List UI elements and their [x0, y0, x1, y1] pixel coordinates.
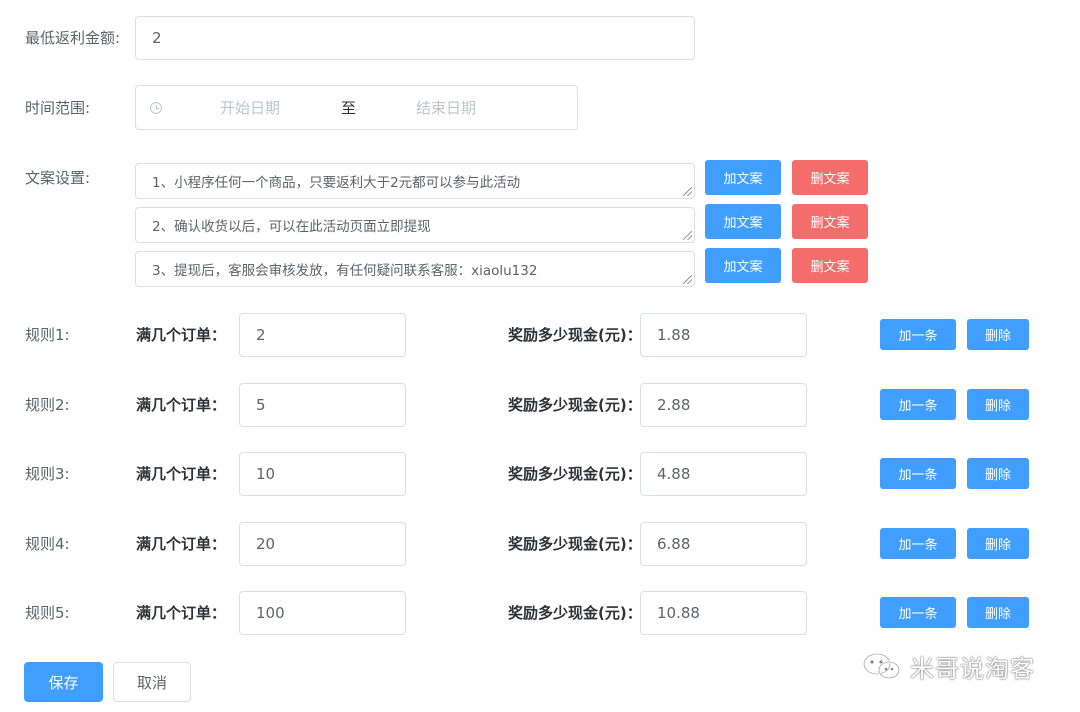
min-rebate-input[interactable]: 2: [135, 16, 695, 60]
reward-input[interactable]: 2.88: [640, 383, 807, 427]
save-button[interactable]: 保存: [24, 662, 103, 702]
rule-name: 规则1:: [25, 326, 70, 344]
delete-copy-button-2[interactable]: 删文案: [792, 204, 868, 239]
add-copy-button-3[interactable]: 加文案: [705, 248, 781, 283]
min-rebate-label: 最低返利金额:: [25, 29, 121, 47]
orders-label: 满几个订单：: [136, 396, 227, 414]
resize-grip-icon[interactable]: [683, 231, 692, 240]
add-copy-button-1[interactable]: 加文案: [705, 160, 781, 195]
start-date-input[interactable]: 开始日期: [220, 98, 280, 118]
wechat-icon: [862, 652, 901, 680]
resize-grip-icon[interactable]: [683, 275, 692, 284]
reward-label: 奖励多少现金(元)：: [508, 465, 642, 483]
delete-rule-button[interactable]: 删除: [967, 319, 1029, 350]
reward-label: 奖励多少现金(元)：: [508, 604, 642, 622]
delete-rule-button[interactable]: 删除: [967, 458, 1029, 489]
orders-label: 满几个订单：: [136, 326, 227, 344]
rule-name: 规则2:: [25, 396, 70, 414]
reward-input[interactable]: 10.88: [640, 591, 807, 635]
copy-text-1: 1、小程序任何一个商品，只要返利大于2元都可以参与此活动: [152, 175, 521, 191]
date-range-separator: 至: [341, 99, 357, 117]
delete-rule-button[interactable]: 删除: [967, 528, 1029, 559]
copy-text-2: 2、确认收货以后，可以在此活动页面立即提现: [152, 219, 431, 235]
add-rule-button[interactable]: 加一条: [880, 528, 956, 559]
delete-copy-button-1[interactable]: 删文案: [792, 160, 868, 195]
copy-text-3: 3、提现后，客服会审核发放，有任何疑问联系客服：xiaolu132: [152, 263, 538, 279]
copy-settings-label: 文案设置:: [25, 169, 91, 187]
copy-textarea-1[interactable]: 1、小程序任何一个商品，只要返利大于2元都可以参与此活动: [135, 163, 695, 199]
add-rule-button[interactable]: 加一条: [880, 389, 956, 420]
add-rule-button[interactable]: 加一条: [880, 458, 956, 489]
orders-label: 满几个订单：: [136, 604, 227, 622]
delete-copy-button-3[interactable]: 删文案: [792, 248, 868, 283]
orders-input[interactable]: 100: [239, 591, 406, 635]
date-range-picker[interactable]: 开始日期 至 结束日期: [135, 85, 578, 130]
add-rule-button[interactable]: 加一条: [880, 597, 956, 628]
end-date-input[interactable]: 结束日期: [416, 98, 476, 118]
rule-name: 规则3:: [25, 465, 70, 483]
copy-textarea-3[interactable]: 3、提现后，客服会审核发放，有任何疑问联系客服：xiaolu132: [135, 251, 695, 287]
clock-icon: [150, 102, 162, 114]
orders-input[interactable]: 5: [239, 383, 406, 427]
copy-textarea-2[interactable]: 2、确认收货以后，可以在此活动页面立即提现: [135, 207, 695, 243]
reward-label: 奖励多少现金(元)：: [508, 396, 642, 414]
cancel-button[interactable]: 取消: [113, 662, 191, 702]
delete-rule-button[interactable]: 删除: [967, 597, 1029, 628]
reward-input[interactable]: 1.88: [640, 313, 807, 357]
add-copy-button-2[interactable]: 加文案: [705, 204, 781, 239]
rule-name: 规则4:: [25, 535, 70, 553]
delete-rule-button[interactable]: 删除: [967, 389, 1029, 420]
orders-label: 满几个订单：: [136, 535, 227, 553]
orders-input[interactable]: 2: [239, 313, 406, 357]
add-rule-button[interactable]: 加一条: [880, 319, 956, 350]
reward-input[interactable]: 4.88: [640, 452, 807, 496]
orders-input[interactable]: 10: [239, 452, 406, 496]
reward-input[interactable]: 6.88: [640, 522, 807, 566]
time-range-label: 时间范围:: [25, 99, 91, 117]
reward-label: 奖励多少现金(元)：: [508, 535, 642, 553]
orders-input[interactable]: 20: [239, 522, 406, 566]
rule-name: 规则5:: [25, 604, 70, 622]
resize-grip-icon[interactable]: [683, 187, 692, 196]
watermark-text: 米哥说淘客: [910, 654, 1035, 683]
orders-label: 满几个订单：: [136, 465, 227, 483]
reward-label: 奖励多少现金(元)：: [508, 326, 642, 344]
watermark: 米哥说淘客: [862, 648, 1035, 684]
